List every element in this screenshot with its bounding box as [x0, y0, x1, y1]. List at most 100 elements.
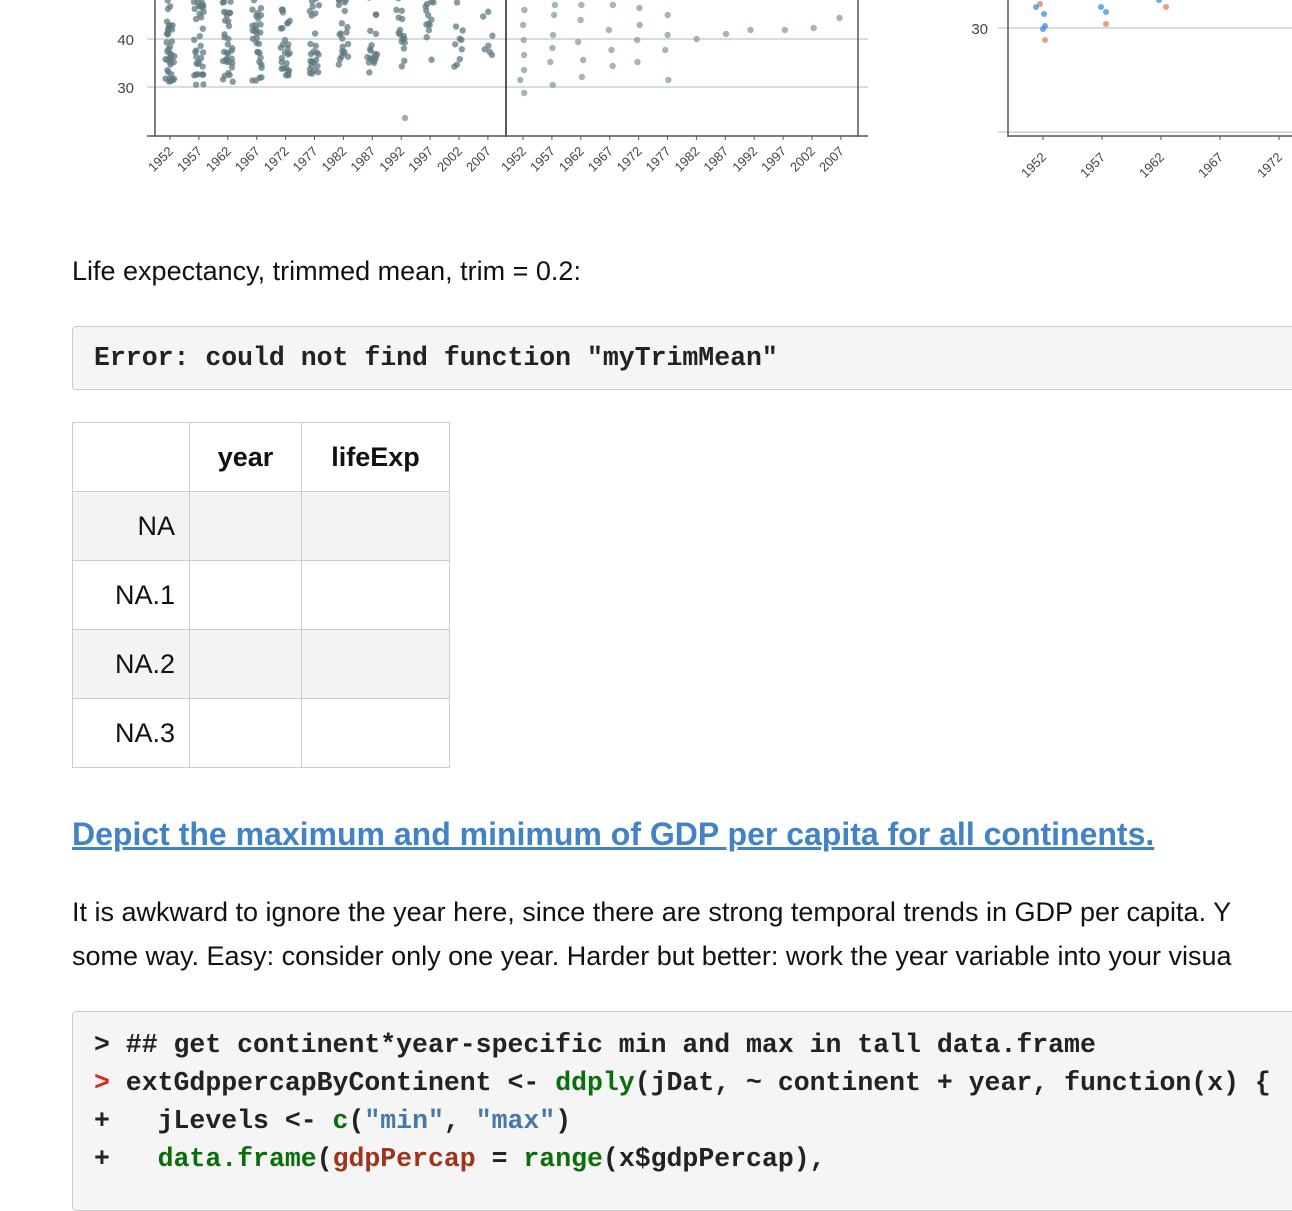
cell-lifeexp	[302, 492, 450, 561]
data-point	[338, 53, 344, 59]
data-point	[308, 62, 314, 68]
data-point	[580, 57, 586, 63]
code-text: )	[555, 1106, 571, 1136]
y-tick-label: 30	[971, 21, 988, 38]
data-point	[550, 82, 556, 88]
code-text: (x$gdpPercap),	[603, 1144, 826, 1174]
data-point	[166, 78, 172, 84]
data-point	[458, 37, 464, 43]
data-point	[451, 63, 457, 69]
data-point	[395, 0, 401, 1]
data-point	[344, 24, 350, 30]
cell-lifeexp	[302, 630, 450, 699]
cell-year	[190, 492, 302, 561]
data-point	[313, 43, 319, 49]
data-point	[693, 36, 699, 42]
data-point	[1103, 9, 1109, 15]
row-label: NA.3	[73, 699, 190, 768]
data-point	[1033, 4, 1039, 10]
data-point	[220, 58, 226, 64]
data-point	[195, 61, 201, 67]
x-tick-label: 1992	[729, 144, 760, 175]
data-point	[551, 12, 557, 18]
data-point	[198, 55, 204, 61]
code-argument: gdpPercap	[333, 1144, 476, 1174]
data-point	[401, 45, 407, 51]
data-point	[487, 49, 493, 55]
x-tick-label: 1962	[556, 144, 587, 175]
right-strip-plot: 30 19521957196219671972	[971, 0, 1292, 181]
data-point	[459, 27, 465, 33]
data-point	[308, 51, 314, 57]
code-block: > ## get continent*year-specific min and…	[72, 1011, 1292, 1211]
x-tick-label: 1982	[671, 144, 702, 175]
data-point	[283, 60, 289, 66]
data-point	[336, 61, 342, 67]
x-tick-label: 1967	[1195, 150, 1226, 181]
data-point	[366, 69, 372, 75]
data-point	[171, 59, 177, 65]
x-tick-label: 1952	[498, 144, 529, 175]
data-point	[1040, 26, 1046, 32]
data-point	[258, 74, 264, 80]
x-tick-label: 1962	[1136, 150, 1167, 181]
section-heading-link[interactable]: Depict the maximum and minimum of GDP pe…	[72, 816, 1154, 853]
data-point	[316, 2, 322, 8]
code-text: extGdppercapByContinent <-	[110, 1068, 555, 1098]
x-tick-label: 1987	[347, 144, 378, 175]
data-point	[1163, 4, 1169, 10]
code-text: (	[317, 1144, 333, 1174]
left-strip-plot: 40 30 1952195719621967197219771982198719…	[117, 0, 868, 175]
x-tick-label: 2007	[463, 144, 494, 175]
table-row: NA.3	[73, 699, 450, 768]
data-point	[200, 25, 206, 31]
data-point	[521, 90, 527, 96]
data-point	[258, 64, 264, 70]
data-point	[226, 72, 232, 78]
x-tick-label: 1957	[174, 144, 205, 175]
code-function: c	[333, 1106, 349, 1136]
y-tick-label: 30	[117, 80, 134, 97]
data-point	[285, 41, 291, 47]
data-point	[165, 6, 171, 12]
data-point	[608, 47, 614, 53]
row-label: NA	[73, 492, 190, 561]
header-blank	[73, 423, 190, 492]
data-point	[480, 13, 486, 19]
cell-year	[190, 699, 302, 768]
data-point	[401, 58, 407, 64]
data-point	[836, 15, 842, 21]
data-point	[336, 2, 342, 8]
data-point	[278, 25, 284, 31]
data-point	[168, 71, 174, 77]
code-text: =	[476, 1144, 524, 1174]
life-expectancy-plots: 40 30 1952195719621967197219771982198719…	[0, 0, 1292, 200]
data-point	[315, 51, 321, 57]
x-tick-label: 2002	[787, 144, 818, 175]
data-point	[393, 7, 399, 13]
code-text: ,	[444, 1106, 476, 1136]
table-header-row: year lifeExp	[73, 423, 450, 492]
data-point	[286, 50, 292, 56]
x-tick-label: 2002	[434, 144, 465, 175]
data-point	[521, 7, 527, 13]
data-point	[258, 12, 264, 18]
cell-lifeexp	[302, 699, 450, 768]
x-tick-label: 1952	[145, 144, 176, 175]
data-point	[279, 7, 285, 13]
data-point	[193, 47, 199, 53]
data-point	[165, 46, 171, 52]
x-tick-label: 1967	[585, 144, 616, 175]
data-point	[200, 81, 206, 87]
data-point	[1042, 37, 1048, 43]
data-point	[610, 2, 616, 8]
data-point	[637, 22, 643, 28]
data-point	[366, 0, 372, 1]
row-label: NA.2	[73, 630, 190, 699]
x-tick-label: 1957	[527, 144, 558, 175]
data-point	[279, 65, 285, 71]
code-text	[110, 1144, 158, 1174]
data-point	[426, 27, 432, 33]
x-tick-label: 1987	[700, 144, 731, 175]
data-point	[229, 45, 235, 51]
